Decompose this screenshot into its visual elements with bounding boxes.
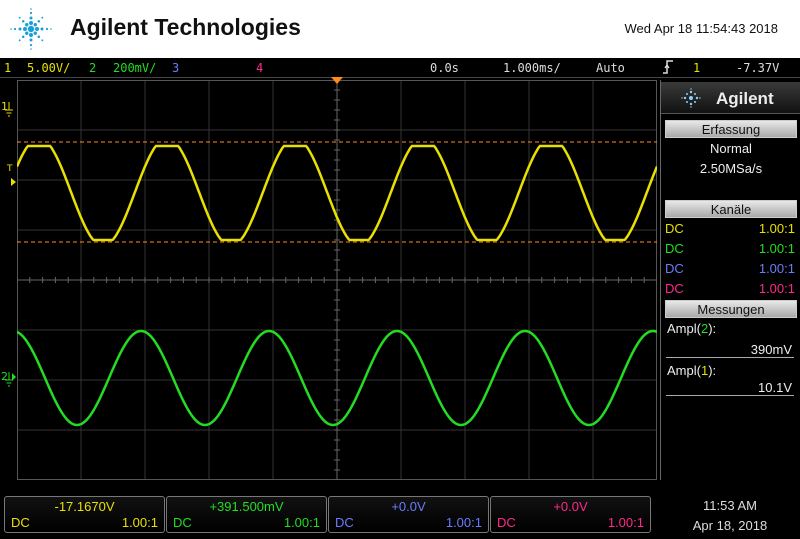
trigger-source[interactable]: 1 [693, 58, 700, 78]
ch2-ground-marker: 2 [1, 370, 8, 383]
ch1-coupling: DC [11, 515, 30, 530]
trigger-arrow-icon [11, 178, 16, 186]
ch1-ratio: 1.00:1 [121, 515, 158, 530]
ch4-ratio: 1.00:1 [607, 515, 644, 530]
time-scale[interactable]: 1.000ms/ [503, 58, 561, 78]
coupling: DC [665, 221, 684, 236]
ch2-ratio: 1.00:1 [283, 515, 320, 530]
coupling: DC [665, 281, 684, 296]
header: Agilent Technologies Wed Apr 18 11:54:43… [0, 0, 800, 58]
left-markers: 1 T 2 [1, 100, 16, 387]
bottom-bar: -17.1670V DC 1.00:1 +391.500mV DC 1.00:1… [0, 494, 800, 539]
rising-edge-trigger-icon [662, 58, 674, 78]
trigger-mode[interactable]: Auto [596, 58, 625, 78]
acquisition-header[interactable]: Erfassung [665, 120, 797, 138]
panel-channel-row[interactable]: DC 1.00:1 [665, 279, 797, 299]
trigger-level-marker: T [6, 164, 13, 174]
sample-rate: 2.50MSa/s [699, 161, 763, 176]
probe-ratio: 1.00:1 [758, 261, 795, 276]
coupling: DC [665, 241, 684, 256]
probe-ratio: 1.00:1 [758, 221, 795, 236]
agilent-spark-icon [681, 88, 701, 108]
waveform-display[interactable] [17, 80, 657, 480]
ch2-arrow-icon [12, 373, 16, 381]
ch2-scale[interactable]: 200mV/ [113, 58, 156, 78]
ch3-softkey[interactable]: +0.0V DC 1.00:1 [328, 496, 489, 533]
trigger-position-icon[interactable] [331, 77, 343, 85]
ch1-scale[interactable]: 5.00V/ [27, 58, 70, 78]
trigger-level[interactable]: -7.37V [736, 58, 779, 78]
ch1-number[interactable]: 1 [4, 58, 11, 78]
ch1-softkey[interactable]: -17.1670V DC 1.00:1 [4, 496, 165, 533]
clock-date: Apr 18, 2018 [692, 518, 768, 533]
ch4-softkey[interactable]: +0.0V DC 1.00:1 [490, 496, 651, 533]
probe-ratio: 1.00:1 [758, 281, 795, 296]
panel-brand: Agilent [716, 89, 774, 108]
ch3-offset: +0.0V [391, 499, 426, 514]
ch1-offset: -17.1670V [54, 499, 115, 514]
panel-channel-row[interactable]: DC 1.00:1 [665, 219, 797, 239]
ch3-coupling: DC [335, 515, 354, 530]
ch4-offset: +0.0V [553, 499, 588, 514]
panel-channel-row[interactable]: DC 1.00:1 [665, 239, 797, 259]
measurement-value: 390mV [666, 342, 794, 358]
datetime: Wed Apr 18 11:54:43 2018 [624, 21, 778, 36]
clock-time: 11:53 AM [703, 498, 757, 513]
agilent-spark-icon [10, 8, 52, 50]
panel-channel-row[interactable]: DC 1.00:1 [665, 259, 797, 279]
ch1-ground-marker: 1 [1, 100, 8, 113]
ch2-offset: +391.500mV [209, 499, 284, 514]
ch2-number[interactable]: 2 [89, 58, 96, 78]
acquisition-mode: Normal [710, 141, 752, 156]
ch3-ratio: 1.00:1 [445, 515, 482, 530]
ch2-softkey[interactable]: +391.500mV DC 1.00:1 [166, 496, 327, 533]
measurements-header[interactable]: Messungen [665, 300, 797, 318]
ch4-number[interactable]: 4 [256, 58, 263, 78]
panel-brand-bar: Agilent [661, 82, 800, 114]
ch4-coupling: DC [497, 515, 516, 530]
probe-ratio: 1.00:1 [758, 241, 795, 256]
measurement-label: Ampl(2): [667, 321, 717, 336]
measurement-value: 10.1V [666, 380, 794, 396]
channels-header[interactable]: Kanäle [665, 200, 797, 218]
status-bar: 1 5.00V/ 2 200mV/ 3 4 0.0s 1.000ms/ Auto… [0, 58, 800, 78]
measurement-label: Ampl(1): [667, 363, 717, 378]
ch2-coupling: DC [173, 515, 192, 530]
graticule-grid [17, 80, 657, 480]
time-offset[interactable]: 0.0s [430, 58, 459, 78]
brand-title: Agilent Technologies [70, 14, 301, 40]
coupling: DC [665, 261, 684, 276]
ch3-number[interactable]: 3 [172, 58, 179, 78]
side-panel: Agilent Erfassung Normal 2.50MSa/s Kanäl… [660, 80, 800, 480]
